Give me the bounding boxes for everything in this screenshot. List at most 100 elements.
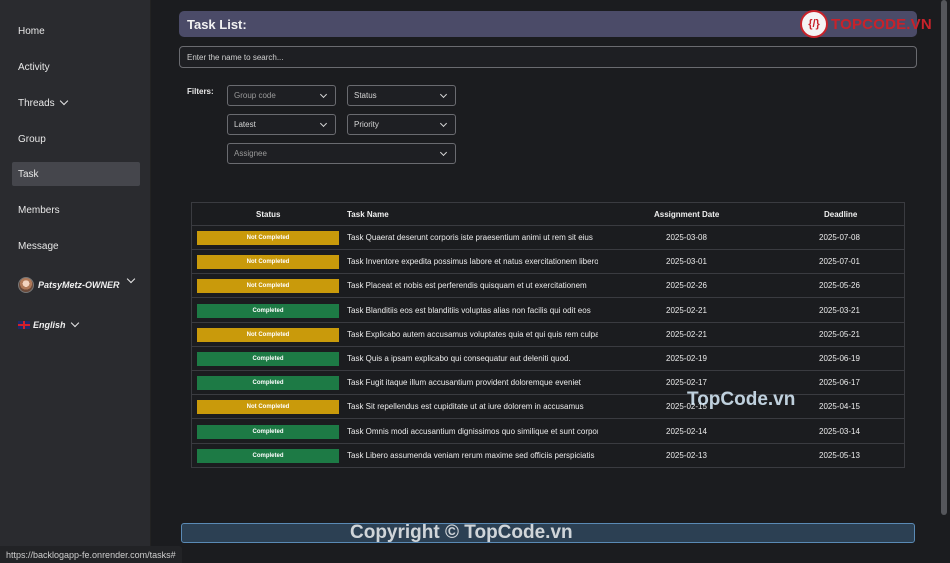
sidebar-item-label: Message	[18, 240, 59, 252]
table-row[interactable]: Not Completed Task Quaerat deserunt corpo…	[192, 226, 904, 250]
group-code-select[interactable]: Group code	[227, 85, 336, 106]
table-row[interactable]: Not Completed Task Placeat et nobis est p…	[192, 274, 904, 299]
task-name-cell[interactable]: Task Quaerat deserunt corporis iste prae…	[347, 233, 598, 242]
task-table: Status Task Name Assignment Date Deadlin…	[191, 202, 905, 468]
assignment-date-cell: 2025-02-19	[666, 354, 707, 363]
sidebar: Home Activity Threads Group Task Members…	[0, 0, 151, 563]
assignment-date-cell: 2025-02-21	[666, 305, 707, 315]
deadline-cell: 2025-07-08	[819, 233, 860, 242]
assignment-date-cell: 2025-02-21	[666, 329, 707, 339]
task-name-cell[interactable]: Task Sit repellendus est cupiditate ut a…	[347, 402, 598, 411]
table-row[interactable]: Completed Task Fugit itaque illum accusan…	[192, 371, 904, 396]
topcode-logo: {/} TOPCODE.VN	[800, 8, 932, 40]
header-assignment-date[interactable]: Assignment Date	[654, 210, 719, 219]
header-task-name[interactable]: Task Name	[347, 210, 389, 219]
watermark-mid: TopCode.vn	[687, 389, 796, 410]
sidebar-item-label: Activity	[18, 61, 50, 73]
scrollbar[interactable]	[941, 0, 947, 515]
chevron-down-icon	[319, 119, 328, 128]
sidebar-item-activity[interactable]: Activity	[12, 55, 140, 79]
topcode-logo-icon: {/}	[800, 10, 828, 38]
chevron-down-icon	[59, 96, 68, 106]
sidebar-item-home[interactable]: Home	[12, 19, 140, 43]
assignment-date-cell: 2025-02-13	[666, 450, 707, 460]
status-badge: Not Completed	[197, 400, 339, 415]
chevron-down-icon	[126, 274, 136, 284]
status-badge: Not Completed	[197, 327, 339, 342]
assignment-date-cell: 2025-03-08	[666, 233, 707, 242]
search-input[interactable]	[179, 46, 917, 68]
sidebar-item-label: Threads	[18, 97, 55, 109]
sidebar-item-message[interactable]: Message	[12, 234, 140, 258]
table-header: Status Task Name Assignment Date Deadlin…	[192, 203, 904, 226]
table-row[interactable]: Not Completed Task Sit repellendus est cu…	[192, 395, 904, 420]
status-badge: Completed	[197, 448, 339, 463]
status-badge: Completed	[197, 303, 339, 318]
chevron-down-icon	[439, 90, 448, 99]
assignment-date-cell: 2025-03-01	[666, 257, 707, 267]
status-badge: Not Completed	[197, 279, 339, 294]
status-badge: Not Completed	[197, 255, 339, 270]
deadline-cell: 2025-03-14	[819, 426, 860, 436]
deadline-cell: 2025-07-01	[819, 257, 860, 267]
table-row[interactable]: Completed Task Omnis modi accusantium dig…	[192, 420, 904, 444]
app-root: Home Activity Threads Group Task Members…	[0, 0, 950, 563]
language-selector[interactable]: English	[12, 316, 140, 334]
sidebar-item-threads[interactable]: Threads	[12, 91, 140, 115]
task-name-cell[interactable]: Task Explicabo autem accusamus voluptate…	[347, 330, 598, 339]
deadline-cell: 2025-06-17	[819, 378, 860, 388]
sort-select[interactable]: Latest	[227, 114, 336, 135]
topcode-logo-text: TOPCODE.VN	[831, 15, 932, 33]
sidebar-item-group[interactable]: Group	[12, 127, 140, 151]
language-label: English	[33, 320, 66, 330]
sidebar-item-label: Home	[18, 25, 45, 37]
assignment-date-cell: 2025-02-26	[666, 281, 707, 291]
table-row[interactable]: Not Completed Task Explicabo autem accusa…	[192, 323, 904, 347]
group-code-value: Group code	[234, 91, 276, 100]
deadline-cell: 2025-03-21	[819, 305, 860, 315]
table-row[interactable]: Completed Task Blanditiis eos est blandit…	[192, 299, 904, 323]
deadline-cell: 2025-05-13	[819, 450, 860, 460]
task-name-cell[interactable]: Task Placeat et nobis est perferendis qu…	[347, 281, 598, 290]
browser-status-url: https://backlogapp-fe.onrender.com/tasks…	[0, 546, 182, 563]
header-deadline[interactable]: Deadline	[824, 210, 857, 219]
chevron-down-icon	[439, 119, 448, 128]
status-value: Status	[354, 91, 377, 100]
uk-flag-icon	[18, 321, 30, 329]
task-name-cell[interactable]: Task Libero assumenda veniam rerum maxim…	[347, 451, 598, 460]
header-status[interactable]: Status	[256, 210, 280, 219]
task-name-cell[interactable]: Task Inventore expedita possimus labore …	[347, 257, 598, 266]
deadline-cell: 2025-05-26	[819, 281, 860, 291]
table-row[interactable]: Completed Task Quis a ipsam explicabo qui…	[192, 347, 904, 371]
priority-select[interactable]: Priority	[347, 114, 456, 135]
filters-label: Filters:	[187, 87, 214, 96]
task-name-cell[interactable]: Task Blanditiis eos est blanditiis volup…	[347, 306, 598, 315]
assignee-select[interactable]: Assignee	[227, 143, 456, 164]
assignment-date-cell: 2025-02-14	[666, 426, 707, 436]
sidebar-item-label: Group	[18, 133, 46, 145]
sidebar-item-label: Members	[18, 204, 60, 216]
task-name-cell[interactable]: Task Omnis modi accusantium dignissimos …	[347, 427, 598, 436]
sidebar-item-label: Task	[18, 168, 39, 180]
sidebar-item-task[interactable]: Task	[12, 162, 140, 186]
status-badge: Completed	[197, 376, 339, 391]
task-name-cell[interactable]: Task Quis a ipsam explicabo qui consequa…	[347, 354, 598, 363]
sidebar-item-members[interactable]: Members	[12, 198, 140, 222]
page-title-text: Task List:	[187, 16, 247, 32]
priority-value: Priority	[354, 120, 379, 129]
deadline-cell: 2025-04-15	[819, 402, 860, 412]
status-select[interactable]: Status	[347, 85, 456, 106]
table-row[interactable]: Completed Task Libero assumenda veniam re…	[192, 444, 904, 468]
task-name-cell[interactable]: Task Fugit itaque illum accusantium prov…	[347, 378, 598, 387]
avatar	[18, 277, 34, 293]
chevron-down-icon	[319, 90, 328, 99]
table-row[interactable]: Not Completed Task Inventore expedita pos…	[192, 250, 904, 275]
sort-value: Latest	[234, 120, 256, 129]
status-badge: Completed	[197, 352, 339, 366]
assignment-date-cell: 2025-02-17	[666, 378, 707, 388]
user-menu[interactable]: PatsyMetz-OWNER	[12, 274, 140, 296]
deadline-cell: 2025-05-21	[819, 329, 860, 339]
watermark-copyright: Copyright © TopCode.vn	[350, 522, 573, 543]
status-badge: Completed	[197, 424, 339, 439]
chevron-down-icon	[439, 148, 448, 157]
